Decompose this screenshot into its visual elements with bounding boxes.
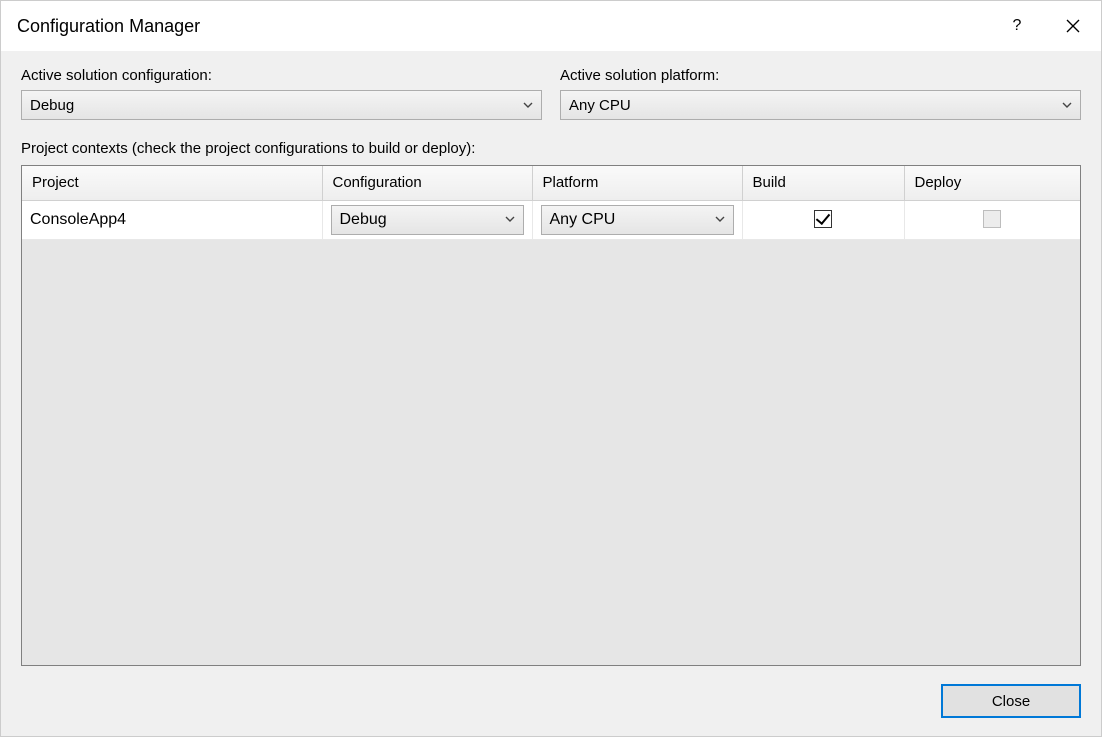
row-platform-dropdown[interactable]: Any CPU (541, 205, 734, 235)
project-contexts-label: Project contexts (check the project conf… (21, 140, 1081, 157)
cell-project: ConsoleApp4 (22, 200, 322, 239)
window-controls: ? (989, 1, 1101, 51)
cell-platform: Any CPU (532, 200, 742, 239)
help-icon: ? (1013, 17, 1022, 35)
col-platform[interactable]: Platform (532, 166, 742, 200)
help-button[interactable]: ? (989, 1, 1045, 51)
col-configuration[interactable]: Configuration (322, 166, 532, 200)
dialog-footer: Close (21, 666, 1081, 718)
close-window-button[interactable] (1045, 1, 1101, 51)
col-build[interactable]: Build (742, 166, 904, 200)
solution-platform-dropdown[interactable]: Any CPU (560, 90, 1081, 120)
deploy-checkbox (983, 210, 1001, 228)
grid-table: Project Configuration Platform Build Dep… (22, 166, 1080, 240)
row-config-dropdown[interactable]: Debug (331, 205, 524, 235)
col-project[interactable]: Project (22, 166, 322, 200)
row-config-value: Debug (340, 211, 387, 229)
build-checkbox[interactable] (814, 210, 832, 228)
cell-deploy (904, 200, 1080, 239)
window-title: Configuration Manager (17, 16, 200, 37)
dialog-content: Active solution configuration: Debug Act… (1, 51, 1101, 736)
table-row: ConsoleApp4 Debug Any CPU (22, 200, 1080, 239)
solution-platform-value: Any CPU (569, 97, 631, 114)
solution-config-label: Active solution configuration: (21, 67, 542, 84)
chevron-down-icon (523, 99, 533, 111)
titlebar: Configuration Manager ? (1, 1, 1101, 51)
close-button[interactable]: Close (941, 684, 1081, 718)
solution-config-dropdown[interactable]: Debug (21, 90, 542, 120)
chevron-down-icon (505, 214, 515, 225)
grid-empty-area (22, 240, 1080, 666)
col-deploy[interactable]: Deploy (904, 166, 1080, 200)
solution-config-value: Debug (30, 97, 74, 114)
solution-platform-group: Active solution platform: Any CPU (560, 67, 1081, 120)
project-contexts-grid: Project Configuration Platform Build Dep… (21, 165, 1081, 666)
solution-selectors: Active solution configuration: Debug Act… (21, 67, 1081, 120)
close-icon (1066, 19, 1080, 33)
chevron-down-icon (715, 214, 725, 225)
close-button-label: Close (992, 693, 1030, 710)
solution-config-group: Active solution configuration: Debug (21, 67, 542, 120)
solution-platform-label: Active solution platform: (560, 67, 1081, 84)
cell-build (742, 200, 904, 239)
grid-header-row: Project Configuration Platform Build Dep… (22, 166, 1080, 200)
chevron-down-icon (1062, 99, 1072, 111)
cell-configuration: Debug (322, 200, 532, 239)
row-platform-value: Any CPU (550, 211, 616, 229)
